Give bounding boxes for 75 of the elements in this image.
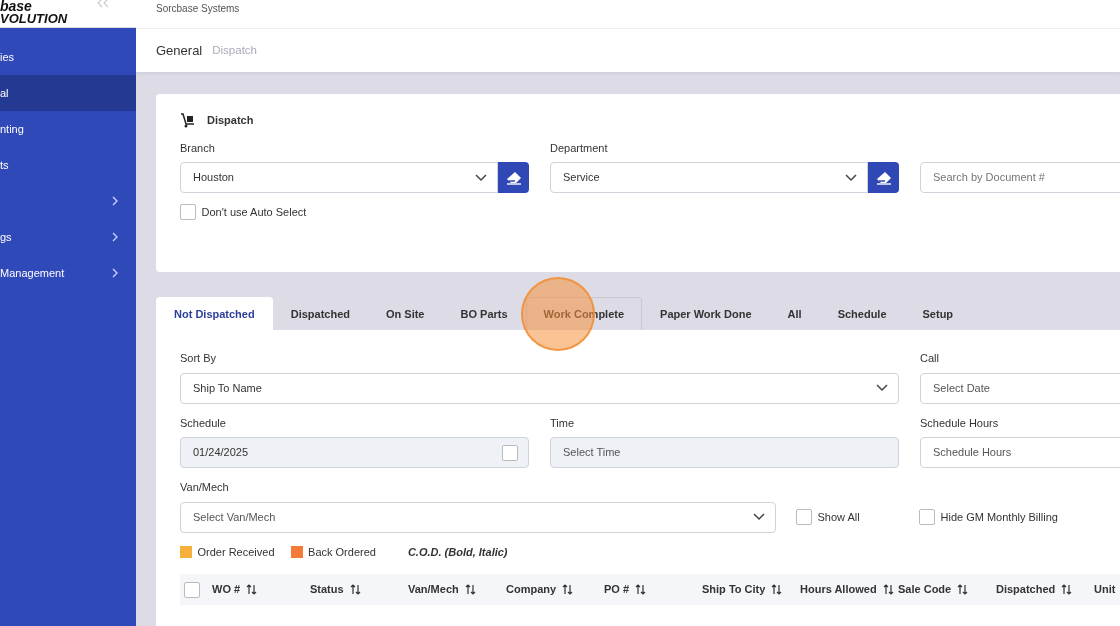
column-header[interactable]: Sale Code bbox=[898, 581, 952, 598]
column-header[interactable]: WO # bbox=[212, 581, 241, 598]
sort-icon[interactable] bbox=[464, 584, 476, 595]
tab[interactable]: On Site bbox=[368, 297, 443, 330]
sort-icon[interactable] bbox=[771, 584, 783, 595]
clear-button[interactable] bbox=[868, 162, 899, 193]
chevron-down-icon bbox=[845, 173, 857, 182]
eraser-icon bbox=[505, 170, 522, 185]
tab[interactable]: Not Dispatched bbox=[156, 297, 273, 330]
column-header[interactable]: Company bbox=[506, 581, 557, 598]
select-field[interactable]: Select Van/Mech bbox=[180, 501, 776, 533]
checkbox[interactable] bbox=[796, 509, 812, 525]
field-label: Schedule bbox=[180, 415, 227, 431]
checkbox-label: Don't use Auto Select bbox=[201, 205, 307, 220]
breadcrumb-item: General bbox=[156, 41, 203, 60]
checkbox-label: Hide GM Monthly Billing bbox=[940, 509, 1058, 525]
input-field[interactable]: Schedule Hours bbox=[920, 437, 1120, 468]
legend-label: Order Received bbox=[197, 544, 275, 560]
search-field[interactable]: Search by Document # bbox=[920, 161, 1120, 193]
sidebar-item[interactable]: Management bbox=[0, 255, 136, 291]
eraser-icon bbox=[875, 170, 892, 185]
column-header[interactable]: Unit bbox=[1094, 581, 1116, 598]
column-header[interactable]: Van/Mech bbox=[408, 581, 459, 598]
sort-icon[interactable] bbox=[349, 584, 361, 595]
date-field[interactable]: 01/24/2025 bbox=[180, 437, 529, 468]
checkbox[interactable] bbox=[184, 581, 200, 598]
tab[interactable]: All bbox=[769, 297, 820, 330]
field-label: Schedule Hours bbox=[920, 415, 1000, 431]
checkbox-label: Show All bbox=[817, 509, 860, 525]
logo-text: base bbox=[0, 0, 33, 14]
sidebar-item[interactable]: ts bbox=[0, 147, 136, 183]
sidebar-item[interactable]: gs bbox=[0, 219, 136, 255]
chevron-down-icon bbox=[876, 384, 888, 392]
sidebar-item[interactable]: ies bbox=[0, 39, 136, 75]
column-header[interactable]: PO # bbox=[604, 581, 630, 598]
column-header[interactable]: Hours Allowed bbox=[800, 581, 877, 598]
field-label: Call bbox=[920, 351, 940, 366]
tab[interactable]: Paper Work Done bbox=[642, 297, 770, 330]
checkbox[interactable] bbox=[180, 204, 196, 221]
sort-icon[interactable] bbox=[1061, 584, 1073, 595]
sidebar-item[interactable]: nting bbox=[0, 111, 136, 147]
tab[interactable]: Setup bbox=[904, 297, 972, 330]
field-label: Branch bbox=[180, 140, 216, 156]
chevron-down-icon bbox=[753, 513, 765, 521]
clear-button[interactable] bbox=[498, 162, 529, 193]
column-header[interactable]: Status bbox=[310, 581, 344, 598]
sort-icon[interactable] bbox=[882, 584, 894, 595]
time-field[interactable]: Select Time bbox=[550, 437, 899, 468]
hand-truck-icon bbox=[180, 112, 196, 129]
select-field[interactable]: Houston bbox=[180, 162, 498, 193]
tab[interactable]: Dispatched bbox=[272, 297, 368, 330]
checkbox[interactable] bbox=[919, 509, 935, 525]
select-field[interactable]: Service bbox=[550, 162, 868, 193]
tab[interactable]: BO Parts bbox=[442, 297, 526, 330]
sort-icon[interactable] bbox=[957, 584, 969, 595]
calendar-toggle[interactable] bbox=[502, 444, 518, 461]
field-label: Department bbox=[550, 140, 609, 156]
tab[interactable]: Schedule bbox=[819, 297, 905, 330]
column-header[interactable]: Dispatched bbox=[996, 581, 1056, 598]
legend-label: C.O.D. (Bold, Italic) bbox=[407, 544, 508, 560]
sidebar-item[interactable]: al bbox=[0, 75, 136, 111]
field-label: Sort By bbox=[180, 351, 218, 366]
company-name: Sorcbase Systems bbox=[156, 2, 240, 16]
select-field[interactable]: Ship To Name bbox=[180, 372, 899, 404]
date-field[interactable]: Select Date bbox=[920, 372, 1120, 404]
field-label: Van/Mech bbox=[180, 480, 230, 495]
card-title: Dispatch bbox=[207, 113, 254, 128]
sort-icon[interactable] bbox=[562, 584, 574, 595]
legend-label: Back Ordered bbox=[308, 544, 376, 560]
field-label: Time bbox=[550, 415, 576, 431]
sort-icon[interactable] bbox=[635, 584, 647, 595]
chevron-down-icon bbox=[475, 173, 487, 182]
logo-text: VOLUTION bbox=[0, 13, 68, 26]
sort-icon[interactable] bbox=[246, 584, 258, 595]
column-header[interactable]: Ship To City bbox=[702, 581, 766, 598]
